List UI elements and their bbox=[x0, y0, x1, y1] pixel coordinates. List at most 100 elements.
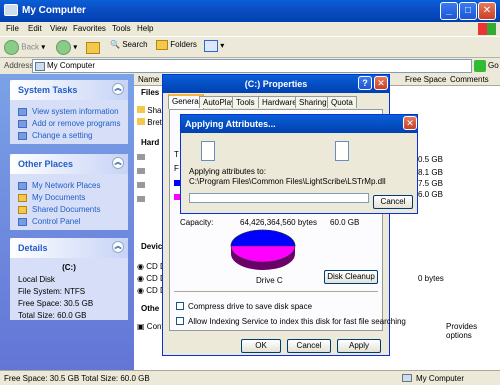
place-label: Shared Documents bbox=[32, 205, 101, 214]
views-button[interactable]: ▾ bbox=[204, 40, 224, 56]
cd-drive-icon: ◉ bbox=[137, 274, 144, 283]
place-label: My Network Places bbox=[32, 181, 101, 190]
address-input[interactable]: My Computer bbox=[32, 59, 472, 73]
free-space-value: 6.0 GB bbox=[418, 190, 443, 199]
details-total-size: Total Size: 60.0 GB bbox=[18, 311, 87, 320]
back-button[interactable]: Back ▾ bbox=[4, 40, 45, 56]
task-view-system-info[interactable]: View system information bbox=[10, 106, 128, 118]
place-label: Control Panel bbox=[32, 217, 81, 226]
col-name[interactable]: Name bbox=[138, 75, 159, 84]
close-button[interactable]: ✕ bbox=[478, 2, 496, 20]
applying-title: Applying Attributes... bbox=[185, 119, 276, 129]
place-my-documents[interactable]: My Documents bbox=[10, 192, 128, 204]
drive-icon bbox=[137, 196, 145, 202]
group-files: Files bbox=[141, 88, 160, 97]
group-other: Othe bbox=[141, 304, 160, 313]
menu-edit[interactable]: Edit bbox=[28, 24, 42, 33]
search-icon: 🔍 bbox=[110, 40, 120, 49]
list-item[interactable]: Shar bbox=[137, 106, 164, 115]
capacity-bytes: 64,426,364,560 bytes bbox=[240, 218, 317, 227]
other-places-panel: Other Places ︽ My Network Places My Docu… bbox=[10, 154, 128, 230]
collapse-chevron-icon[interactable]: ︽ bbox=[112, 157, 124, 169]
apply-button[interactable]: Apply bbox=[337, 339, 381, 353]
toolbar: Back ▾ ▾ 🔍 Search Folders ▾ bbox=[0, 36, 500, 58]
place-network[interactable]: My Network Places bbox=[10, 180, 128, 192]
menu-view[interactable]: View bbox=[50, 24, 67, 33]
menu-file[interactable]: File bbox=[6, 24, 19, 33]
folders-button[interactable]: Folders bbox=[156, 40, 197, 56]
place-control-panel[interactable]: Control Panel bbox=[10, 216, 128, 228]
programs-icon bbox=[18, 120, 27, 128]
details-free-space: Free Space: 30.5 GB bbox=[18, 299, 94, 308]
search-label: Search bbox=[122, 40, 148, 49]
folder-icon bbox=[137, 118, 145, 125]
fs-label: F bbox=[174, 164, 179, 173]
disk-usage-pie bbox=[230, 229, 296, 270]
other-places-header[interactable]: Other Places ︽ bbox=[10, 154, 128, 174]
disk-cleanup-button[interactable]: Disk Cleanup bbox=[324, 270, 378, 284]
search-button[interactable]: 🔍 Search bbox=[110, 40, 148, 56]
tab-quota[interactable]: Quota bbox=[327, 96, 357, 108]
menu-bar: File Edit View Favorites Tools Help bbox=[0, 22, 500, 36]
menu-help[interactable]: Help bbox=[137, 24, 153, 33]
drive-icon bbox=[137, 154, 145, 160]
status-location: My Computer bbox=[416, 374, 465, 383]
details-panel: Details ︽ (C:) Local Disk File System: N… bbox=[10, 238, 128, 320]
indexing-checkbox[interactable] bbox=[176, 317, 184, 325]
task-add-remove-programs[interactable]: Add or remove programs bbox=[10, 118, 128, 130]
cancel-button[interactable]: Cancel bbox=[287, 339, 331, 353]
applying-titlebar: Applying Attributes... bbox=[181, 115, 417, 133]
tab-sharing[interactable]: Sharing bbox=[295, 96, 331, 108]
list-item[interactable]: Bret bbox=[137, 118, 162, 127]
forward-arrow-icon bbox=[56, 40, 71, 55]
task-change-setting[interactable]: Change a setting bbox=[10, 130, 128, 142]
cd-drive-icon: ◉ bbox=[137, 286, 144, 295]
system-info-icon bbox=[18, 108, 27, 116]
maximize-button[interactable]: □ bbox=[459, 2, 477, 20]
menu-tools[interactable]: Tools bbox=[112, 24, 131, 33]
back-arrow-icon bbox=[4, 40, 19, 55]
place-shared-documents[interactable]: Shared Documents bbox=[10, 204, 128, 216]
collapse-chevron-icon[interactable]: ︽ bbox=[112, 83, 124, 95]
free-space-value: 0.5 GB bbox=[418, 155, 443, 164]
ok-button[interactable]: OK bbox=[241, 339, 281, 353]
help-button[interactable]: ? bbox=[358, 76, 372, 90]
details-header[interactable]: Details ︽ bbox=[10, 238, 128, 258]
group-devices: Devic bbox=[141, 242, 163, 251]
files-icon bbox=[201, 141, 215, 161]
menu-favorites[interactable]: Favorites bbox=[73, 24, 106, 33]
network-places-icon bbox=[18, 182, 27, 190]
windows-logo-icon bbox=[478, 23, 496, 35]
device-free-value: 0 bytes bbox=[418, 274, 444, 283]
applying-path: C:\Program Files\Common Files\LightScrib… bbox=[189, 177, 386, 186]
col-comments[interactable]: Comments bbox=[450, 75, 489, 84]
collapse-chevron-icon[interactable]: ︽ bbox=[112, 241, 124, 253]
minimize-button[interactable]: _ bbox=[440, 2, 458, 20]
tab-tools[interactable]: Tools bbox=[232, 96, 259, 108]
go-arrow-icon[interactable] bbox=[474, 60, 486, 72]
comment-value: Provides options bbox=[446, 322, 478, 340]
folder-icon bbox=[137, 106, 145, 113]
free-space-value: 8.1 GB bbox=[418, 168, 443, 177]
applying-close-button[interactable]: ✕ bbox=[403, 116, 417, 130]
folders-icon bbox=[156, 40, 168, 50]
properties-close-button[interactable]: ✕ bbox=[374, 76, 388, 90]
address-value: My Computer bbox=[47, 61, 96, 70]
group-hard-disks: Hard bbox=[141, 138, 160, 147]
task-pane: System Tasks ︽ View system information A… bbox=[0, 74, 134, 370]
col-free-space[interactable]: Free Space bbox=[405, 75, 446, 84]
address-bar: Address My Computer Go bbox=[0, 58, 500, 74]
system-tasks-header[interactable]: System Tasks ︽ bbox=[10, 80, 128, 100]
capacity-label: Capacity: bbox=[180, 218, 214, 227]
forward-button[interactable]: ▾ bbox=[56, 40, 77, 56]
applying-cancel-button[interactable]: Cancel bbox=[373, 195, 413, 209]
up-folder-button[interactable] bbox=[86, 40, 100, 56]
details-filesystem: File System: NTFS bbox=[18, 287, 86, 296]
free-space-value: 7.5 GB bbox=[418, 179, 443, 188]
compress-checkbox[interactable] bbox=[176, 302, 184, 310]
task-label: Change a setting bbox=[32, 131, 93, 140]
go-label[interactable]: Go bbox=[488, 61, 499, 70]
task-label: View system information bbox=[32, 107, 119, 116]
window-titlebar: My Computer _ □ ✕ bbox=[0, 0, 500, 22]
folders-label: Folders bbox=[170, 40, 197, 50]
